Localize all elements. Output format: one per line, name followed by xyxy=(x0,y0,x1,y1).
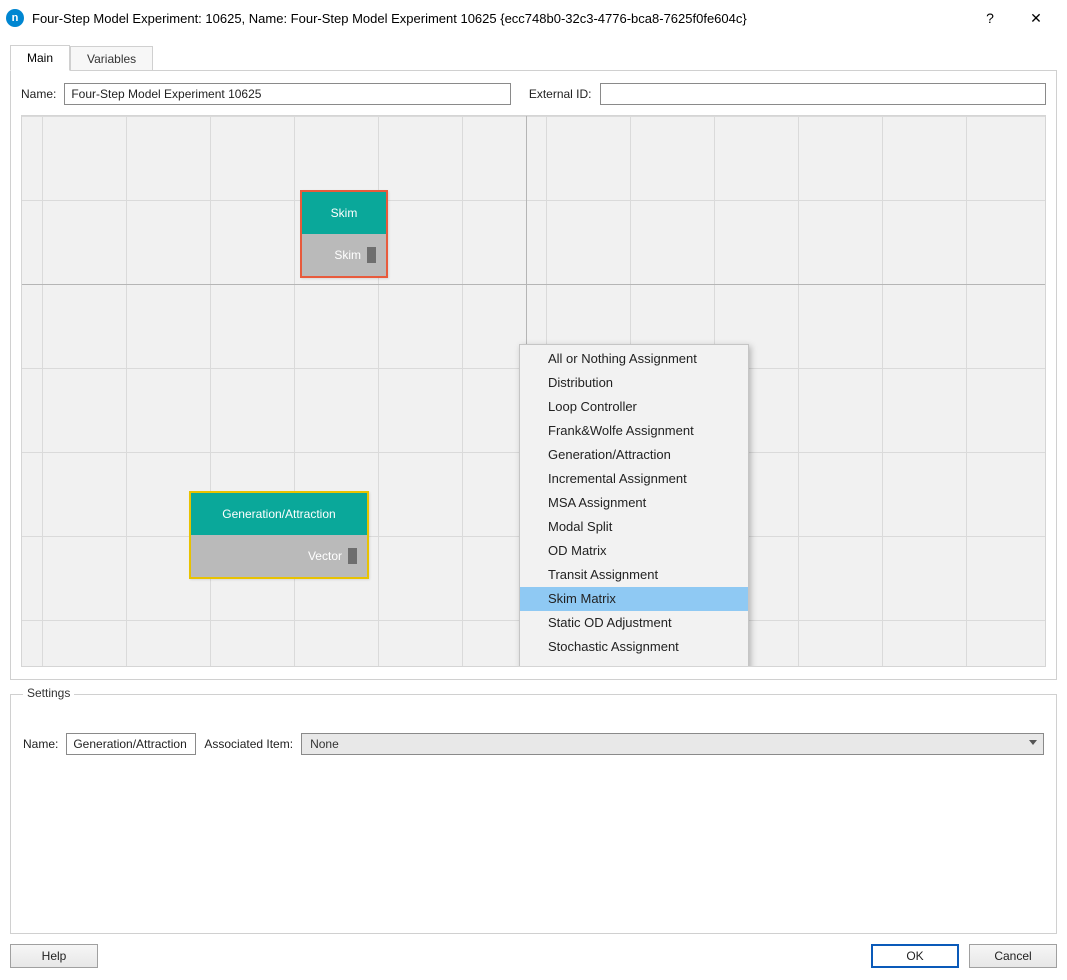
titlebar: n Four-Step Model Experiment: 10625, Nam… xyxy=(0,0,1067,36)
model-canvas[interactable]: Skim Skim Generation/Attraction Vector A… xyxy=(21,115,1046,667)
node-skim-body: Skim xyxy=(302,234,386,276)
menu-item-msa-assignment[interactable]: MSA Assignment xyxy=(520,491,748,515)
menu-item-distribution[interactable]: Distribution xyxy=(520,371,748,395)
settings-name-input[interactable] xyxy=(66,733,196,755)
associated-item-select[interactable]: None xyxy=(301,733,1044,755)
menu-item-loop-controller[interactable]: Loop Controller xyxy=(520,395,748,419)
settings-row: Name: Associated Item: None xyxy=(23,733,1044,755)
menu-item-modal-split[interactable]: Modal Split xyxy=(520,515,748,539)
settings-legend: Settings xyxy=(23,686,74,700)
node-skim-handle[interactable] xyxy=(367,247,376,263)
titlebar-controls: ? ✕ xyxy=(975,10,1061,27)
menu-item-skim-matrix[interactable]: Skim Matrix xyxy=(520,587,748,611)
menu-item-od-matrix[interactable]: OD Matrix xyxy=(520,539,748,563)
external-id-label: External ID: xyxy=(529,87,592,101)
settings-panel: Settings Name: Associated Item: None xyxy=(10,694,1057,934)
app-icon: n xyxy=(6,9,24,27)
node-skim[interactable]: Skim Skim xyxy=(300,190,388,278)
node-generation-attraction[interactable]: Generation/Attraction Vector xyxy=(189,491,369,579)
node-skim-body-label: Skim xyxy=(334,248,361,262)
node-gen-body: Vector xyxy=(191,535,367,577)
help-icon[interactable]: ? xyxy=(975,10,1005,26)
window-title: Four-Step Model Experiment: 10625, Name:… xyxy=(32,11,975,26)
form-row-name: Name: External ID: xyxy=(21,83,1046,105)
node-gen-handle[interactable] xyxy=(348,548,357,564)
external-id-input[interactable] xyxy=(600,83,1046,105)
ok-button[interactable]: OK xyxy=(871,944,959,968)
menu-item-generation-attraction[interactable]: Generation/Attraction xyxy=(520,443,748,467)
tab-panel-main: Name: External ID: Skim Skim Generation/… xyxy=(10,70,1057,680)
menu-item-transit-assignment[interactable]: Transit Assignment xyxy=(520,563,748,587)
settings-name-label: Name: xyxy=(23,737,58,751)
name-label: Name: xyxy=(21,87,56,101)
tab-variables[interactable]: Variables xyxy=(70,46,153,71)
node-gen-title: Generation/Attraction xyxy=(191,493,367,535)
dialog-window: n Four-Step Model Experiment: 10625, Nam… xyxy=(0,0,1067,980)
menu-item-all-or-nothing[interactable]: All or Nothing Assignment xyxy=(520,347,748,371)
cancel-button[interactable]: Cancel xyxy=(969,944,1057,968)
context-menu: All or Nothing Assignment Distribution L… xyxy=(519,344,749,667)
node-skim-title: Skim xyxy=(302,192,386,234)
menu-item-vector[interactable]: Vector xyxy=(520,659,748,667)
settings-assoc-label: Associated Item: xyxy=(204,737,293,751)
associated-item-value: None xyxy=(310,737,339,751)
node-gen-body-label: Vector xyxy=(308,549,342,563)
tab-main[interactable]: Main xyxy=(10,45,70,71)
help-button[interactable]: Help xyxy=(10,944,98,968)
menu-item-static-od-adjustment[interactable]: Static OD Adjustment xyxy=(520,611,748,635)
close-icon[interactable]: ✕ xyxy=(1021,10,1051,27)
menu-item-frank-wolfe[interactable]: Frank&Wolfe Assignment xyxy=(520,419,748,443)
menu-item-stochastic-assignment[interactable]: Stochastic Assignment xyxy=(520,635,748,659)
name-input[interactable] xyxy=(64,83,510,105)
dialog-footer: Help OK Cancel xyxy=(0,934,1067,980)
tab-bar: Main Variables xyxy=(10,44,1057,70)
menu-item-incremental-assignment[interactable]: Incremental Assignment xyxy=(520,467,748,491)
chevron-down-icon xyxy=(1029,740,1037,745)
